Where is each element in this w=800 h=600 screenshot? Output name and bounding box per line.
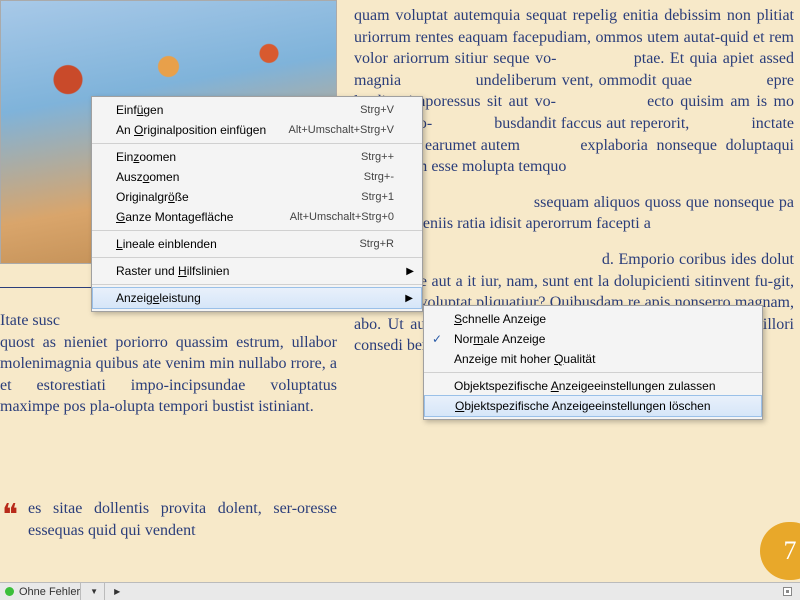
menu-item[interactable]: AuszoomenStrg+- (92, 167, 422, 187)
display-performance-submenu: Schnelle Anzeige ✓ Normale Anzeige Anzeige … (423, 305, 763, 420)
menu-item[interactable]: EinfügenStrg+V (92, 100, 422, 120)
menu-item[interactable]: Objektspezifische Anzeigeeinstellungen l… (424, 395, 762, 417)
drop-cap-ornament: ❝ (2, 498, 18, 533)
check-icon: ✓ (432, 332, 442, 346)
menu-item[interactable]: Objektspezifische Anzeigeeinstellungen z… (424, 376, 762, 396)
menu-item-label: Anzeige mit hoher Qualität (454, 352, 734, 366)
menu-item-shortcut: Strg+- (364, 171, 394, 183)
context-menu: EinfügenStrg+VAn Originalposition einfüg… (91, 96, 423, 312)
menu-item-label: Einzoomen (116, 150, 361, 164)
submenu-arrow-icon: ▶ (405, 293, 413, 304)
menu-item-label: Originalgröße (116, 190, 361, 204)
menu-item-label: Lineale einblenden (116, 237, 359, 251)
submenu-arrow-icon: ▶ (406, 266, 414, 277)
menu-item-shortcut: Strg+1 (361, 191, 394, 203)
menu-item-label: An Originalposition einfügen (116, 123, 289, 137)
menu-item-label: Schnelle Anzeige (454, 312, 734, 326)
body-text: Itate susc quost as nieniet poriorro qua… (0, 310, 337, 418)
menu-item[interactable]: OriginalgrößeStrg+1 (92, 187, 422, 207)
menu-item[interactable]: Ganze MontageflächeAlt+Umschalt+Strg+0 (92, 207, 422, 227)
menu-item-label: Einfügen (116, 103, 360, 117)
menu-item-label: Auszoomen (116, 170, 364, 184)
menu-item-shortcut: Strg+V (360, 104, 394, 116)
menu-item[interactable]: An Originalposition einfügenAlt+Umschalt… (92, 120, 422, 140)
menu-item[interactable]: Raster und Hilfslinien ▶ (92, 261, 422, 281)
preflight-menu-button[interactable]: ▼ (80, 583, 104, 600)
menu-item[interactable]: Schnelle Anzeige (424, 309, 762, 329)
page-number-badge: 7 (760, 522, 800, 580)
menu-item-label: Normale Anzeige (454, 332, 734, 346)
menu-item[interactable]: EinzoomenStrg++ (92, 147, 422, 167)
menu-item-shortcut: Strg+R (359, 238, 394, 250)
menu-item-shortcut: Strg++ (361, 151, 394, 163)
menu-item[interactable]: Anzeige mit hoher Qualität (424, 349, 762, 369)
menu-item[interactable]: Lineale einblendenStrg+R (92, 234, 422, 254)
menu-item-label: Objektspezifische Anzeigeeinstellungen z… (454, 379, 734, 393)
status-bar: Ohne Fehler ▼ ▶ (0, 582, 800, 600)
text-column-left: Itate susc quost as nieniet poriorro qua… (0, 310, 337, 418)
preflight-status-label: Ohne Fehler (19, 586, 80, 598)
preflight-status-icon (5, 587, 14, 596)
menu-item-label: Raster und Hilfslinien (116, 264, 394, 278)
menu-item-label: Ganze Montagefläche (116, 210, 290, 224)
preflight-panel-button[interactable]: ▶ (104, 583, 126, 600)
menu-item-label: Objektspezifische Anzeigeeinstellungen l… (455, 399, 734, 413)
menu-item[interactable]: Anzeigeleistung ▶ (92, 287, 422, 309)
menu-item[interactable]: ✓ Normale Anzeige (424, 329, 762, 349)
menu-item-shortcut: Alt+Umschalt+Strg+0 (290, 211, 394, 223)
menu-item-shortcut: Alt+Umschalt+Strg+V (289, 124, 394, 136)
menu-item-label: Anzeigeleistung (116, 291, 394, 305)
pull-quote: es sitae dollentis provita dolent, ser-o… (28, 498, 337, 541)
view-mode-icon[interactable] (783, 587, 792, 596)
